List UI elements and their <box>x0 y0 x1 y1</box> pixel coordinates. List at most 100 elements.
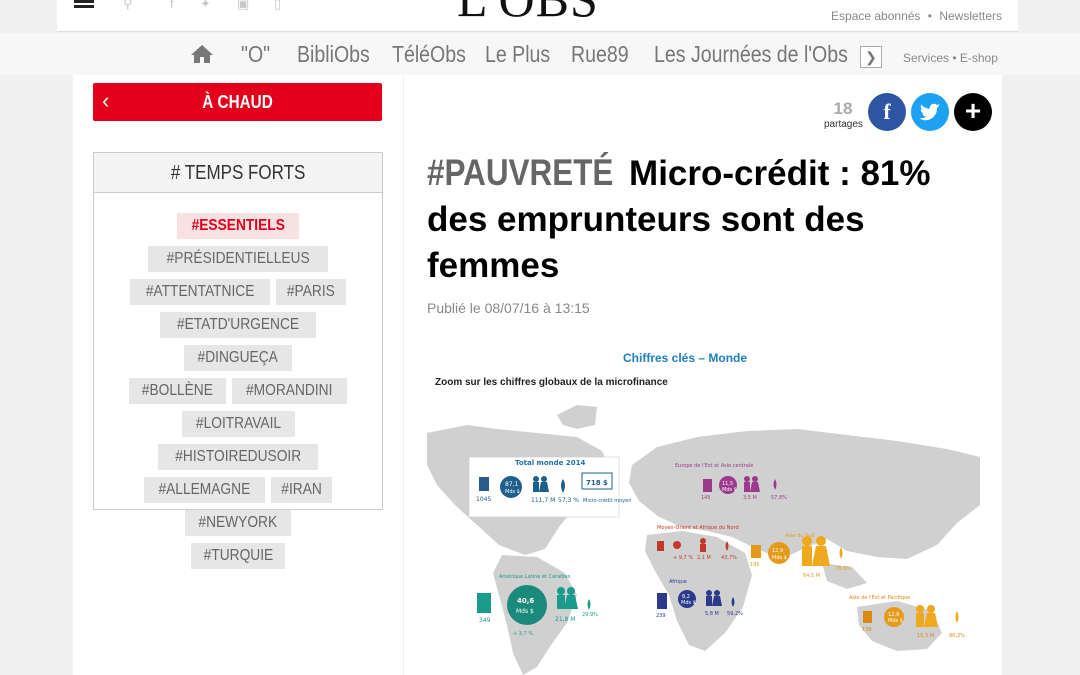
bank-icon <box>477 593 491 613</box>
latam-amount-bubble <box>507 585 547 625</box>
world-map: Total monde 2014 1045 87,1 Mds $ 111,7 M… <box>427 405 980 675</box>
mena-borrowers: 2,1 M <box>697 555 711 561</box>
east-asia-borrowers: 15,3 M <box>917 633 934 639</box>
tag-loitravail[interactable]: #LOITRAVAIL <box>181 411 295 437</box>
nav-item-o[interactable]: "O" <box>241 41 270 68</box>
tag-iran[interactable]: #IRAN <box>271 477 333 503</box>
share-count: 18 partages <box>824 99 863 130</box>
mena-women: 43,7% <box>721 555 737 561</box>
person-icon <box>557 587 565 595</box>
europe-women: 57,8% <box>771 495 787 501</box>
latam-count: 349 <box>479 617 491 624</box>
person-icon <box>567 587 575 595</box>
temps-forts-title: # TEMPS FORTS <box>94 153 382 193</box>
women-icon <box>839 547 843 559</box>
south-asia-unit: Mds $ <box>772 555 787 561</box>
tag-essentiels[interactable]: #ESSENTIELS <box>176 213 300 239</box>
europe-unit: Mds $ <box>722 487 737 493</box>
nav-next-button[interactable]: ❯ <box>860 46 882 68</box>
latam-label: Amérique Latine et Caraïbes <box>499 573 571 580</box>
infographic-subtitle: Zoom sur les chiffres globaux de la micr… <box>435 377 668 388</box>
person-icon <box>927 605 935 613</box>
temps-forts-box: # TEMPS FORTS #ESSENTIELS #PRÉSIDENTIELL… <box>93 152 383 569</box>
south-asia-borrowers: 64,5 M <box>803 573 820 579</box>
east-asia-label: Asie de l'Est et Pacifique <box>849 595 910 601</box>
bank-icon <box>703 479 712 492</box>
europe-borrowers: 3,5 M <box>743 495 757 501</box>
top-bar: ⚲ f ✦ ▣ ▯ L'OBS Espace abonnés • Newslet… <box>57 0 1018 32</box>
tag-attentatnice[interactable]: #ATTENTATNICE <box>129 279 271 305</box>
chevron-right-icon: ❯ <box>865 49 877 65</box>
a-chaud-button[interactable]: ‹ À CHAUD <box>93 83 382 121</box>
africa-unit: Mds $ <box>681 600 696 606</box>
world-women: 57,3 % <box>558 497 579 504</box>
espace-abonnes-link[interactable]: Espace abonnés <box>831 9 920 23</box>
facebook-icon: f <box>883 99 891 124</box>
east-asia-unit: Mds $ <box>888 618 903 624</box>
infographic: Total monde 2014 1045 87,1 Mds $ 111,7 M… <box>427 345 980 675</box>
person-icon <box>706 590 712 596</box>
person-icon <box>802 536 812 546</box>
person-icon <box>533 476 539 482</box>
mobile-icon[interactable]: ▯ <box>274 0 281 12</box>
person-icon <box>700 538 706 544</box>
person-icon <box>541 476 547 482</box>
bank-icon <box>863 611 872 623</box>
nav-item-biblibs[interactable]: BibliObs <box>297 41 370 68</box>
bank-icon <box>751 545 761 558</box>
top-links: Espace abonnés • Newsletters <box>831 9 1002 23</box>
world-borrowers: 111,7 M <box>531 497 555 504</box>
person-icon <box>752 476 758 482</box>
tag-morandini[interactable]: #MORANDINI <box>232 378 347 404</box>
tag-dingueca[interactable]: #DINGUEÇA <box>184 345 292 371</box>
world-loan-label: Micro-crédit moyen <box>583 497 631 504</box>
world-count: 1045 <box>476 496 491 503</box>
chevron-left-icon: ‹ <box>102 88 110 113</box>
nav-item-rue89[interactable]: Rue89 <box>571 41 629 68</box>
nav-item-teleobs[interactable]: TéléObs <box>392 41 466 68</box>
tag-paris[interactable]: #PARIS <box>276 279 347 305</box>
tag-newyork[interactable]: #NEWYORK <box>185 510 291 536</box>
tag-histoiredusoir[interactable]: #HISTOIREDUSOIR <box>157 444 319 470</box>
person-icon <box>916 605 924 613</box>
facebook-share-button[interactable]: f <box>868 93 906 131</box>
twitter-share-button[interactable] <box>911 93 949 131</box>
person-icon <box>816 536 826 546</box>
nav-item-le-plus[interactable]: Le Plus <box>485 41 550 68</box>
person-icon <box>744 476 750 482</box>
site-logo[interactable]: L'OBS <box>457 0 599 28</box>
mena-amount-bubble <box>673 541 681 549</box>
bank-icon <box>657 593 667 609</box>
more-share-button[interactable]: + <box>954 93 992 131</box>
latam-growth: + 3,7 % <box>513 631 533 637</box>
africa-count: 239 <box>656 613 666 619</box>
tag-bollene[interactable]: #BOLLÈNE <box>129 378 226 404</box>
separator: • <box>927 9 932 23</box>
newsletters-link[interactable]: Newsletters <box>939 9 1002 23</box>
menu-icon[interactable] <box>74 0 94 8</box>
tag-presidentielleus[interactable]: #PRÉSIDENTIELLEUS <box>147 246 329 272</box>
search-icon[interactable]: ⚲ <box>123 0 133 12</box>
world-unit: Mds $ <box>505 489 520 495</box>
instagram-icon[interactable]: ▣ <box>237 0 249 12</box>
home-icon[interactable] <box>190 44 214 64</box>
tag-turquie[interactable]: #TURQUIE <box>190 543 286 569</box>
category-tag[interactable]: #PAUVRETÉ <box>427 150 613 196</box>
tag-allemagne[interactable]: #ALLEMAGNE <box>143 477 265 503</box>
facebook-icon[interactable]: f <box>170 0 174 11</box>
main-nav: "O" BibliObs TéléObs Le Plus Rue89 Les J… <box>0 33 1080 75</box>
mena-label: Moyen-Orient et Afrique du Nord <box>657 525 739 531</box>
south-asia-amount: 12,9 <box>772 548 783 554</box>
twitter-icon[interactable]: ✦ <box>200 0 211 12</box>
latam-women: 29,9% <box>582 612 598 618</box>
latam-amount: 40,6 <box>517 597 534 605</box>
services-link[interactable]: Services • E-shop <box>903 51 998 65</box>
a-chaud-label: À CHAUD <box>202 92 273 112</box>
africa-borrowers: 5,8 M <box>705 611 719 617</box>
nav-item-journees[interactable]: Les Journées de l'Obs <box>654 41 848 68</box>
tag-etatdurgence[interactable]: #ETATD'URGENCE <box>159 312 317 338</box>
bank-icon <box>479 477 489 491</box>
east-asia-women: 80,2% <box>949 633 965 639</box>
south-asia-women: 78,6% <box>835 566 851 572</box>
sidebar: ‹ À CHAUD # TEMPS FORTS #ESSENTIELS #PRÉ… <box>73 75 403 675</box>
